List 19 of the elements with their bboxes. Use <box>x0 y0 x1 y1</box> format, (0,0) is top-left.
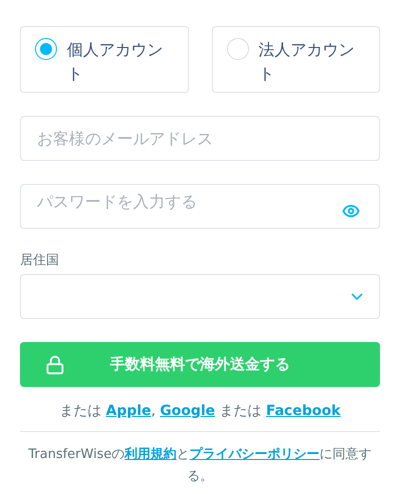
radio-button[interactable] <box>226 38 248 60</box>
radio-button[interactable] <box>35 38 57 60</box>
password-field[interactable]: パスワードを入力する <box>20 184 380 229</box>
account-type-option[interactable]: 個人アカウント <box>20 26 188 93</box>
link[interactable]: Google <box>160 403 216 419</box>
account-type-option[interactable]: 法人アカウント <box>212 26 380 93</box>
show-password-icon[interactable] <box>342 202 360 220</box>
email-field[interactable]: お客様のメールアドレス <box>20 116 380 161</box>
field-label: 居住国 <box>20 253 59 269</box>
terms-text: TransferWiseの利用規約と プライバシーポリシーに同意する。 <box>27 446 373 486</box>
country-select[interactable] <box>20 274 380 319</box>
submit-button[interactable]: 手数料無料で海外送金する <box>20 342 380 387</box>
lock-icon <box>45 354 65 374</box>
link[interactable]: 利用規約 <box>124 447 177 462</box>
link[interactable]: プライバシーポリシー <box>190 447 320 462</box>
chevron-down-icon <box>351 293 363 300</box>
link[interactable]: Facebook <box>266 403 341 419</box>
social-login-text: または Apple, Google または Facebook <box>58 402 342 421</box>
link[interactable]: Apple <box>106 403 152 419</box>
